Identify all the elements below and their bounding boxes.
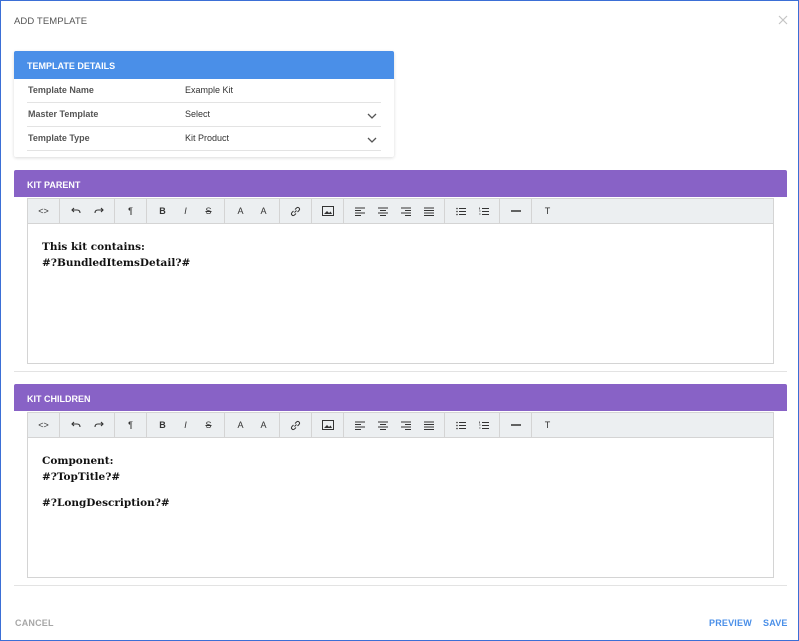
code-view-button[interactable]: <> bbox=[32, 413, 55, 438]
kit-parent-editor: <> ¶ B I S A A T This kit contains: #?Bu… bbox=[27, 198, 774, 364]
chevron-down-icon[interactable] bbox=[367, 132, 377, 143]
bulleted-list-icon[interactable] bbox=[449, 199, 472, 224]
numbered-list-icon[interactable] bbox=[472, 199, 495, 224]
master-template-label: Master Template bbox=[28, 109, 99, 119]
content-line: #?TopTitle?# bbox=[42, 471, 121, 483]
numbered-list-icon[interactable] bbox=[472, 413, 495, 438]
kit-children-content[interactable]: Component: #?TopTitle?# #?LongDescriptio… bbox=[28, 438, 773, 577]
bold-button[interactable]: B bbox=[151, 413, 174, 438]
kit-children-editor: <> ¶ B I S A A T Component: #?TopTitle?#… bbox=[27, 412, 774, 578]
template-name-input[interactable]: Example Kit bbox=[185, 85, 233, 95]
image-icon[interactable] bbox=[316, 413, 339, 438]
section-divider bbox=[14, 371, 787, 372]
template-type-row[interactable]: Template Type Kit Product bbox=[27, 127, 381, 151]
align-justify-icon[interactable] bbox=[417, 199, 440, 224]
template-details-card: TEMPLATE DETAILS Template Name Example K… bbox=[14, 51, 394, 157]
content-line: #?LongDescription?# bbox=[42, 497, 170, 509]
content-line: #?BundledItemsDetail?# bbox=[42, 257, 191, 269]
template-type-select[interactable]: Kit Product bbox=[185, 133, 229, 143]
clear-formatting-button[interactable]: T bbox=[536, 199, 559, 224]
redo-icon[interactable] bbox=[87, 199, 110, 224]
align-left-icon[interactable] bbox=[348, 199, 371, 224]
template-name-label: Template Name bbox=[28, 85, 94, 95]
kit-parent-section: KIT PARENT <> ¶ B I S A A T This kit con… bbox=[14, 170, 787, 372]
bold-button[interactable]: B bbox=[151, 199, 174, 224]
paragraph-format-button[interactable]: ¶ bbox=[119, 199, 142, 224]
kit-children-header: KIT CHILDREN bbox=[14, 384, 787, 411]
dialog-title: ADD TEMPLATE bbox=[14, 16, 88, 27]
align-justify-icon[interactable] bbox=[417, 413, 440, 438]
undo-icon[interactable] bbox=[64, 413, 87, 438]
paragraph-format-button[interactable]: ¶ bbox=[119, 413, 142, 438]
align-center-icon[interactable] bbox=[371, 199, 394, 224]
strikethrough-button[interactable]: S bbox=[197, 199, 220, 224]
link-icon[interactable] bbox=[284, 199, 307, 224]
horizontal-rule-icon[interactable] bbox=[504, 199, 527, 224]
strikethrough-button[interactable]: S bbox=[197, 413, 220, 438]
template-details-header: TEMPLATE DETAILS bbox=[14, 51, 394, 79]
bulleted-list-icon[interactable] bbox=[449, 413, 472, 438]
save-button[interactable]: SAVE bbox=[763, 618, 788, 628]
superscript-button[interactable]: A bbox=[229, 199, 252, 224]
align-right-icon[interactable] bbox=[394, 199, 417, 224]
content-line: This kit contains: bbox=[42, 241, 145, 253]
master-template-row[interactable]: Master Template Select bbox=[27, 103, 381, 127]
subscript-button[interactable]: A bbox=[252, 413, 275, 438]
link-icon[interactable] bbox=[284, 413, 307, 438]
template-type-label: Template Type bbox=[28, 133, 90, 143]
subscript-button[interactable]: A bbox=[252, 199, 275, 224]
template-name-row: Template Name Example Kit bbox=[27, 79, 381, 103]
preview-button[interactable]: PREVIEW bbox=[709, 618, 752, 628]
image-icon[interactable] bbox=[316, 199, 339, 224]
chevron-down-icon[interactable] bbox=[367, 108, 377, 119]
editor-toolbar: <> ¶ B I S A A T bbox=[28, 412, 773, 438]
kit-parent-content[interactable]: This kit contains: #?BundledItemsDetail?… bbox=[28, 224, 773, 363]
clear-formatting-button[interactable]: T bbox=[536, 413, 559, 438]
redo-icon[interactable] bbox=[87, 413, 110, 438]
italic-button[interactable]: I bbox=[174, 413, 197, 438]
align-left-icon[interactable] bbox=[348, 413, 371, 438]
kit-parent-header: KIT PARENT bbox=[14, 170, 787, 197]
add-template-dialog: ADD TEMPLATE TEMPLATE DETAILS Template N… bbox=[0, 0, 799, 641]
italic-button[interactable]: I bbox=[174, 199, 197, 224]
editor-toolbar: <> ¶ B I S A A T bbox=[28, 198, 773, 224]
content-line: Component: bbox=[42, 455, 114, 467]
master-template-select[interactable]: Select bbox=[185, 109, 210, 119]
align-right-icon[interactable] bbox=[394, 413, 417, 438]
undo-icon[interactable] bbox=[64, 199, 87, 224]
horizontal-rule-icon[interactable] bbox=[504, 413, 527, 438]
section-divider bbox=[14, 585, 787, 586]
code-view-button[interactable]: <> bbox=[32, 199, 55, 224]
cancel-button[interactable]: CANCEL bbox=[15, 618, 54, 628]
align-center-icon[interactable] bbox=[371, 413, 394, 438]
kit-children-section: KIT CHILDREN <> ¶ B I S A A T Component:… bbox=[14, 384, 787, 586]
close-icon[interactable] bbox=[776, 13, 790, 27]
superscript-button[interactable]: A bbox=[229, 413, 252, 438]
